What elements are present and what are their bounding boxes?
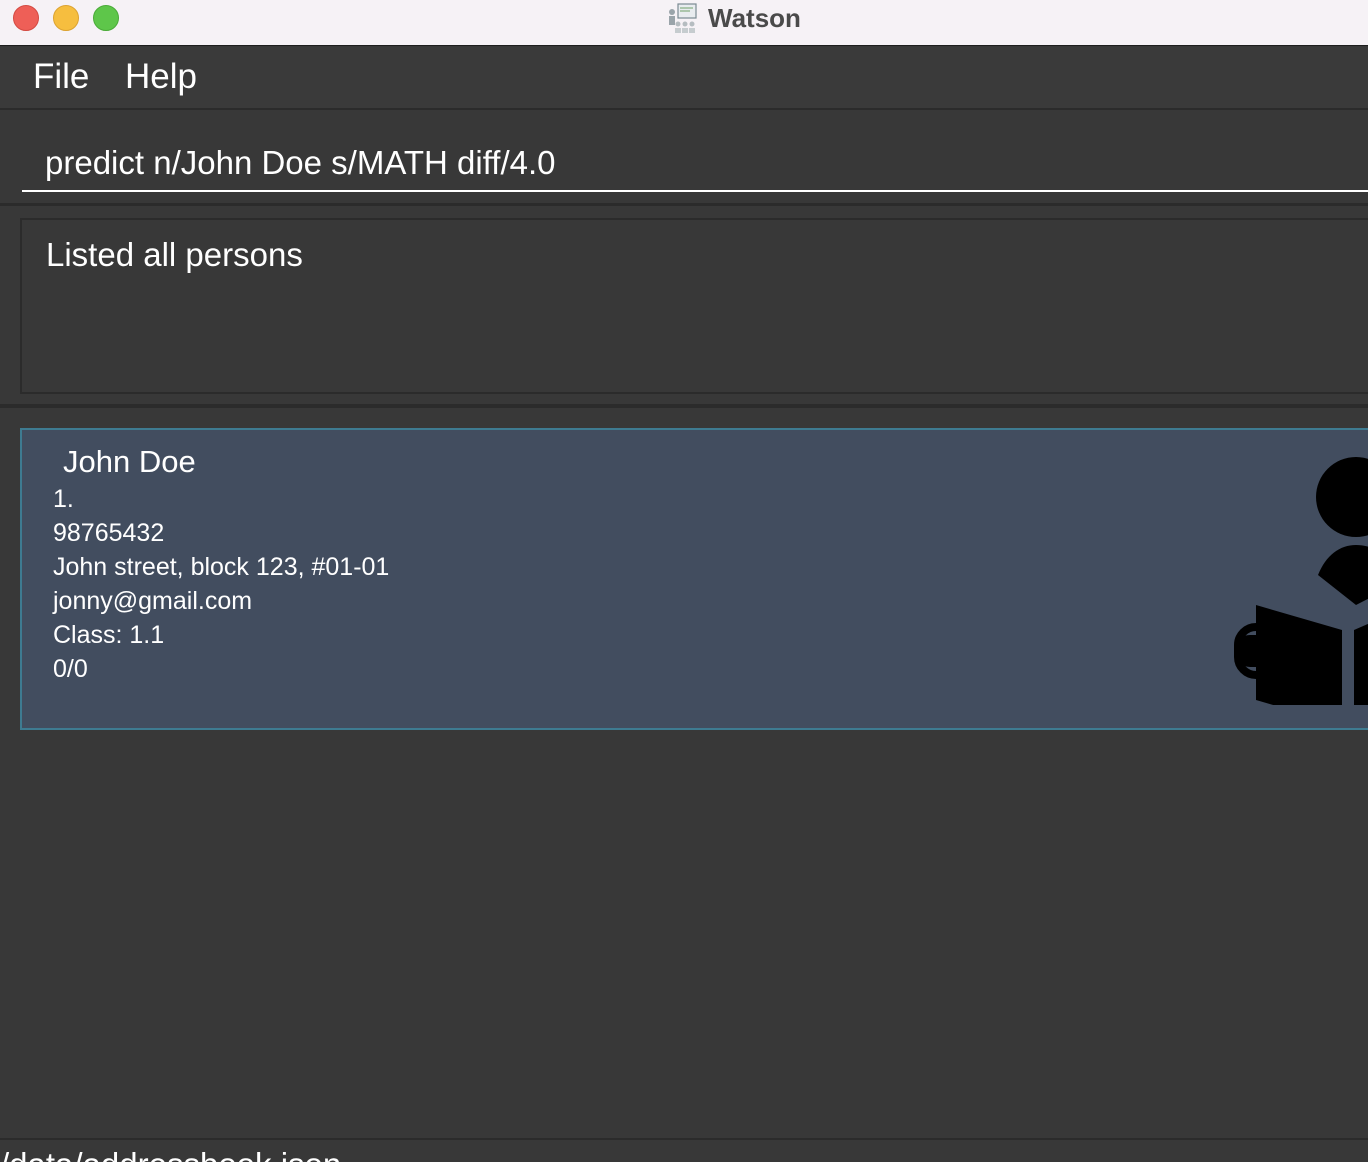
- close-window-button[interactable]: [13, 5, 39, 31]
- result-display: Listed all persons: [20, 218, 1368, 394]
- person-email: jonny@gmail.com: [53, 587, 253, 615]
- person-address: John street, block 123, #01-01: [53, 553, 390, 581]
- window-titlebar: Watson: [0, 0, 1368, 46]
- result-message: Listed all persons: [46, 236, 303, 273]
- person-index: 1.: [53, 485, 74, 513]
- person-card[interactable]: John Doe 1. 98765432 John street, block …: [20, 428, 1368, 730]
- person-list: John Doe 1. 98765432 John street, block …: [0, 408, 1368, 1138]
- person-name: John Doe: [63, 444, 196, 479]
- person-phone: 98765432: [53, 519, 165, 547]
- status-bar: /data/addressbook.json: [0, 1138, 1368, 1162]
- menu-file[interactable]: File: [33, 57, 89, 97]
- menu-bar: File Help: [0, 47, 1368, 110]
- maximize-window-button[interactable]: [93, 5, 119, 31]
- menu-help[interactable]: Help: [125, 57, 197, 97]
- minimize-window-button[interactable]: [53, 5, 79, 31]
- command-box: [0, 112, 1368, 206]
- window-title: Watson: [666, 2, 801, 34]
- command-input[interactable]: [22, 130, 1368, 192]
- person-class: Class: 1.1: [53, 621, 165, 649]
- window-title-text: Watson: [708, 2, 801, 33]
- person-score: 0/0: [53, 655, 88, 683]
- classroom-icon: [669, 3, 697, 33]
- save-location-path: /data/addressbook.json: [0, 1146, 341, 1162]
- student-reading-icon: [1234, 457, 1368, 705]
